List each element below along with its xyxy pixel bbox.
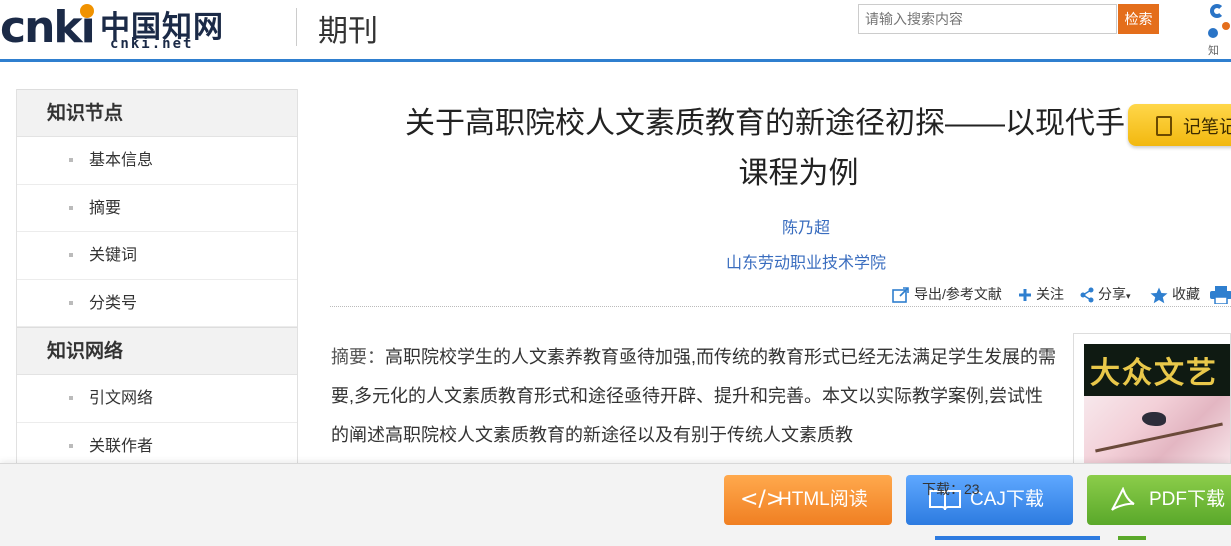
- notebook-icon: [1156, 116, 1172, 136]
- article-title-line: 关于高职院校人文素质教育的新途径初探——以现代手: [405, 107, 1125, 140]
- bullet-icon: [69, 158, 73, 162]
- print-button[interactable]: [1210, 283, 1231, 305]
- author-link[interactable]: 陈乃超: [700, 214, 912, 238]
- sidebar-item-label: 分类号: [89, 294, 138, 312]
- download-count: 下载：23: [922, 481, 980, 497]
- print-icon: [1210, 286, 1231, 305]
- export-citation-button[interactable]: 导出/参考文献: [892, 283, 1002, 305]
- html-read-label: HTML阅读: [778, 489, 868, 510]
- bullet-icon: [69, 253, 73, 257]
- logo-domain: cnki.net: [110, 36, 194, 52]
- cover-journal-title: 大众文艺: [1090, 356, 1218, 391]
- sidebar-item-classification[interactable]: 分类号: [17, 279, 297, 327]
- dotted-divider: [330, 306, 1231, 307]
- abstract-block: 摘要：高职院校学生的人文素养教育亟待加强,而传统的教育形式已经无法满足学生发展的…: [331, 338, 1059, 455]
- search-button[interactable]: 检索: [1118, 4, 1159, 34]
- sidebar-group-title: 知识网络: [17, 327, 297, 375]
- html-read-button[interactable]: </> HTML阅读: [724, 475, 892, 525]
- corner-app-logo[interactable]: 知: [1200, 0, 1231, 60]
- sidebar-item-citation-network[interactable]: 引文网络: [17, 375, 297, 423]
- follow-label: 关注: [1036, 286, 1064, 302]
- bullet-icon: [69, 396, 73, 400]
- favorite-label: 收藏: [1172, 286, 1200, 302]
- sidebar-item-basic-info[interactable]: 基本信息: [17, 137, 297, 185]
- sidebar-item-abstract[interactable]: 摘要: [17, 184, 297, 232]
- knowledge-sidebar: 知识节点 基本信息 摘要 关键词 分类号 知识网络 引文网络 关联作者: [16, 89, 298, 470]
- cover-painting: [1084, 396, 1230, 472]
- sidebar-group-title: 知识节点: [17, 89, 297, 137]
- top-header: cnki 中国知网 cnki.net 期刊 检索 知: [0, 0, 1231, 62]
- bullet-icon: [69, 443, 73, 448]
- header-divider: [296, 8, 297, 46]
- sidebar-item-label: 摘要: [89, 199, 122, 217]
- pdf-download-label: PDF下载: [1149, 489, 1226, 510]
- sidebar-item-label: 基本信息: [89, 152, 154, 169]
- corner-logo-label: 知: [1208, 44, 1219, 57]
- corner-logo-dot-icon: [1208, 28, 1218, 38]
- article-title-line: 课程为例: [738, 157, 859, 190]
- sidebar-item-label: 关键词: [89, 247, 138, 264]
- caret-down-icon: ▾: [1126, 291, 1131, 301]
- abstract-text: 高职院校学生的人文素养教育亟待加强,而传统的教育形式已经无法满足学生发展的需要,…: [331, 347, 1056, 445]
- caj-button-shadow: [935, 536, 1100, 540]
- section-title: 期刊: [318, 15, 378, 48]
- download-bar: </> HTML阅读 CAJ下载 PDF下载: [0, 463, 1231, 546]
- search-input[interactable]: [858, 4, 1117, 34]
- pdf-button-shadow: [1118, 536, 1146, 540]
- share-label: 分享: [1098, 286, 1126, 302]
- star-icon: [1150, 287, 1168, 304]
- plus-icon: [1019, 289, 1031, 302]
- share-icon: [1080, 287, 1094, 303]
- journal-cover[interactable]: 大众文艺: [1073, 333, 1231, 473]
- corner-logo-dot-icon: [1222, 22, 1230, 30]
- pdf-download-button[interactable]: PDF下载: [1087, 475, 1231, 525]
- sidebar-item-label: 关联作者: [89, 437, 154, 455]
- take-notes-button[interactable]: 记笔记: [1128, 104, 1231, 146]
- sidebar-item-label: 引文网络: [89, 390, 154, 407]
- abstract-label: 摘要：: [331, 347, 385, 367]
- corner-logo-arc-icon: [1210, 4, 1224, 18]
- export-icon: [892, 287, 909, 304]
- share-button[interactable]: 分享▾: [1080, 283, 1131, 305]
- article-title: 关于高职院校人文素质教育的新途径初探——以现代手 课程为例: [330, 100, 1231, 200]
- bullet-icon: [69, 300, 73, 305]
- organization-link[interactable]: 山东劳动职业技术学院: [700, 249, 912, 273]
- cnki-logo[interactable]: cnki 中国知网 cnki.net: [0, 0, 230, 56]
- logo-dot-icon: [80, 4, 94, 18]
- follow-button[interactable]: 关注: [1018, 283, 1064, 305]
- cover-bird: [1142, 412, 1166, 426]
- sidebar-item-keywords[interactable]: 关键词: [17, 232, 297, 280]
- take-notes-label: 记笔记: [1183, 117, 1231, 137]
- caj-download-label: CAJ下载: [970, 489, 1044, 510]
- favorite-button[interactable]: 收藏: [1150, 283, 1200, 305]
- bullet-icon: [69, 205, 73, 210]
- pdf-icon: [1111, 487, 1135, 511]
- export-label: 导出/参考文献: [914, 286, 1002, 302]
